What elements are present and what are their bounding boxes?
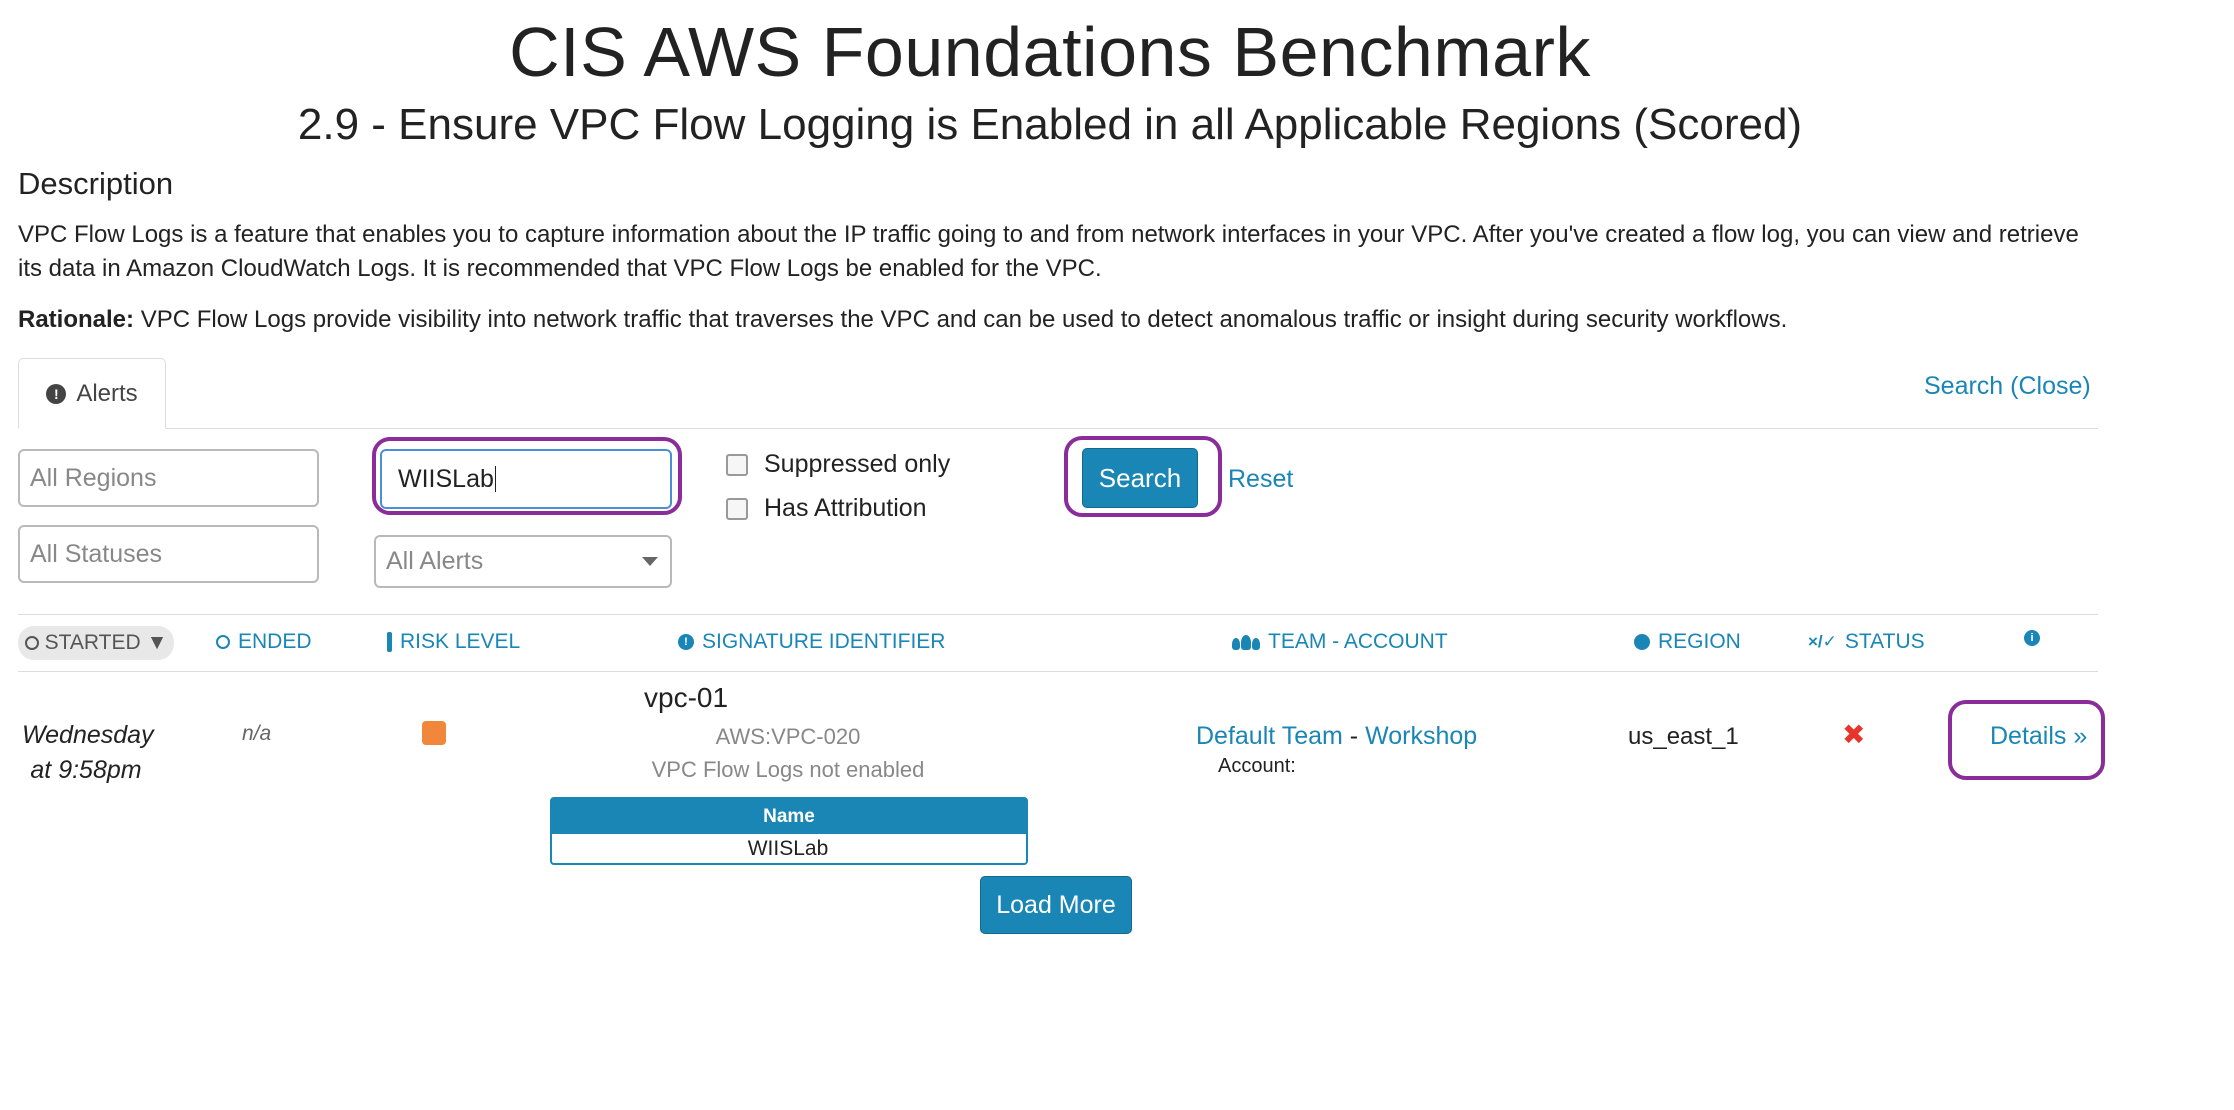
signature-id: AWS:VPC-020 (715, 724, 861, 749)
clock-icon (24, 636, 39, 650)
risk-level-header-label: RISK LEVEL (400, 630, 521, 653)
globe-icon (1634, 634, 1650, 650)
statuses-filter[interactable]: All Statuses (18, 525, 319, 583)
status-failed-icon: ✖ (1842, 719, 1866, 750)
team-link[interactable]: Default Team (1196, 722, 1343, 750)
name-tag-header: Name (552, 799, 1026, 834)
sort-started-header[interactable]: STARTED ▼ (18, 626, 174, 660)
clock-icon (216, 635, 230, 649)
has-attribution-option[interactable]: Has Attribution (726, 494, 927, 523)
region-header[interactable]: REGION (1634, 630, 1741, 654)
page-subtitle: 2.9 - Ensure VPC Flow Logging is Enabled… (297, 100, 1803, 149)
description-text: VPC Flow Logs is a feature that enables … (18, 221, 2079, 282)
ended-cell: n/a (242, 722, 272, 745)
alerts-select[interactable]: All Alerts (374, 535, 672, 588)
suppressed-only-checkbox[interactable] (726, 453, 748, 476)
has-attribution-label: Has Attribution (764, 494, 927, 522)
info-bar-icon (387, 632, 392, 652)
exclamation-circle-icon: ! (678, 634, 694, 650)
ended-header-label: ENDED (238, 630, 312, 653)
team-account-cell: Default Team - Workshop (1196, 722, 1477, 751)
started-cell: Wednesday at 9:58pm (22, 718, 154, 788)
rationale-text: VPC Flow Logs provide visibility into ne… (140, 306, 1788, 333)
search-input-highlight (372, 437, 682, 515)
name-tag-value: WIISLab (718, 834, 858, 863)
workshop-link[interactable]: Workshop (1365, 722, 1477, 750)
started-time: at 9:58pm (30, 756, 142, 784)
suppressed-only-option[interactable]: Suppressed only (726, 450, 950, 479)
users-icon (1232, 634, 1260, 650)
signature-identifier-header[interactable]: ! SIGNATURE IDENTIFIER (678, 630, 945, 654)
status-header-label: STATUS (1844, 630, 1925, 653)
signature-description: VPC Flow Logs not enabled (651, 757, 925, 782)
regions-filter[interactable]: All Regions (18, 449, 319, 507)
status-header[interactable]: ×/✓ STATUS (1808, 630, 1925, 654)
search-close-link[interactable]: Search (Close) (1924, 372, 2091, 401)
tabs-divider (18, 428, 2098, 429)
signature-header-label: SIGNATURE IDENTIFIER (702, 630, 946, 653)
risk-level-header[interactable]: RISK LEVEL (387, 630, 520, 654)
info-icon: i (2024, 630, 2040, 646)
account-label: Account: (1218, 755, 1296, 777)
reset-link[interactable]: Reset (1228, 465, 1293, 494)
has-attribution-checkbox[interactable] (726, 497, 748, 520)
chevron-down-icon (642, 557, 658, 566)
search-button-highlight (1064, 436, 1222, 517)
started-header-label: STARTED (44, 631, 141, 654)
ended-header[interactable]: ENDED (216, 630, 312, 654)
rationale-label: Rationale: (18, 306, 135, 333)
region-cell: us_east_1 (1628, 723, 1739, 750)
table-header-bottom-divider (18, 671, 2098, 672)
region-header-label: REGION (1658, 630, 1741, 653)
started-day: Wednesday (22, 721, 154, 749)
tab-alerts[interactable]: ! Alerts (18, 358, 166, 429)
suppressed-only-label: Suppressed only (764, 450, 951, 478)
sort-desc-icon: ▼ (146, 631, 168, 654)
signature-name: vpc-01 (644, 682, 729, 713)
team-separator: - (1349, 722, 1359, 750)
risk-level-indicator (422, 721, 446, 745)
table-header-top-divider (18, 614, 2098, 615)
name-tag-box: Name WIISLab (550, 797, 1028, 865)
info-header: i (2024, 630, 2040, 646)
exclamation-circle-icon: ! (46, 383, 67, 404)
rationale: Rationale: VPC Flow Logs provide visibil… (18, 306, 1787, 334)
alerts-select-value: All Alerts (386, 547, 484, 575)
team-account-header[interactable]: TEAM - ACCOUNT (1232, 630, 1448, 654)
page-title: CIS AWS Foundations Benchmark (509, 13, 1591, 91)
description-heading: Description (18, 166, 174, 201)
status-toggle-icon: ×/✓ (1808, 632, 1837, 651)
tab-alerts-label: Alerts (76, 379, 138, 407)
details-link-highlight (1948, 700, 2105, 780)
team-header-label: TEAM - ACCOUNT (1268, 630, 1448, 653)
load-more-button[interactable]: Load More (980, 876, 1132, 934)
